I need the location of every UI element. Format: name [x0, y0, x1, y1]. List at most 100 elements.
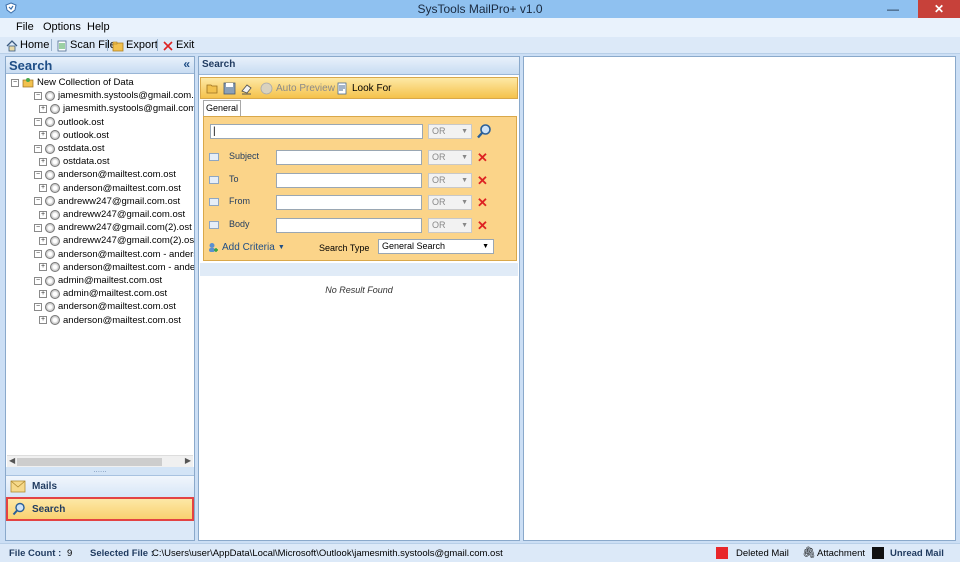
tab-general[interactable]: General [203, 100, 241, 116]
body-operator-select[interactable]: OR ▼ [428, 218, 472, 233]
body-input[interactable] [276, 218, 422, 233]
tree-item[interactable]: + jamesmith.systools@gmail.com.ost [39, 102, 194, 115]
to-input[interactable] [276, 173, 422, 188]
tree-item[interactable]: − anderson@mailtest.com - anderson. [34, 248, 194, 261]
body-label: Body [229, 219, 250, 229]
selected-file-path: C:\Users\user\AppData\Local\Microsoft\Ou… [152, 548, 503, 559]
collapse-icon[interactable]: − [34, 302, 42, 311]
ost-file-icon [45, 143, 55, 154]
tree-item[interactable]: + admin@mailtest.com.ost [39, 287, 167, 300]
keyword-input[interactable]: | [210, 124, 423, 139]
keyword-operator-select[interactable]: OR ▼ [428, 124, 472, 139]
minimize-button[interactable]: — [883, 0, 903, 18]
ost-file-icon [50, 156, 60, 167]
collapse-icon[interactable]: − [34, 144, 42, 153]
envelope-icon [209, 176, 219, 184]
add-criteria-label: Add Criteria [222, 241, 275, 253]
scroll-left-icon[interactable]: ◀ [9, 456, 15, 465]
export-label: Export [126, 39, 158, 51]
from-input[interactable] [276, 195, 422, 210]
expand-icon[interactable]: + [39, 184, 47, 193]
ost-file-icon [50, 209, 60, 220]
expand-icon[interactable]: + [39, 157, 47, 166]
nav-search-button[interactable]: Search [6, 497, 194, 521]
menu-options[interactable]: Options [43, 21, 81, 33]
run-search-icon[interactable] [476, 123, 492, 139]
chevron-down-icon: ▼ [277, 243, 285, 251]
tree-item-label: jamesmith.systools@gmail.com.ost [58, 90, 194, 102]
subject-input[interactable] [276, 150, 422, 165]
remove-to-icon[interactable]: ✕ [477, 174, 488, 187]
expand-icon[interactable]: + [39, 104, 47, 113]
tree-item[interactable]: − jamesmith.systools@gmail.com.ost [34, 89, 194, 102]
ost-file-icon [45, 196, 55, 207]
menu-help[interactable]: Help [87, 21, 110, 33]
tree-item[interactable]: + andreww247@gmail.com(2).ost [39, 234, 194, 247]
panel-splitter[interactable]: ...... [6, 466, 194, 475]
nav-mails-button[interactable]: Mails [6, 475, 194, 497]
nav-search-label: Search [32, 504, 66, 515]
close-button[interactable]: ✕ [918, 0, 960, 18]
operator-value: OR [432, 126, 446, 136]
tree-item-label: andreww247@gmail.com(2).ost [63, 235, 194, 247]
subject-operator-select[interactable]: OR ▼ [428, 150, 472, 165]
expand-icon[interactable]: + [39, 316, 47, 325]
chevron-down-icon: ▼ [461, 177, 468, 184]
collapse-icon[interactable]: − [11, 78, 19, 87]
tree-item[interactable]: + ostdata.ost [39, 155, 109, 168]
tree-item[interactable]: − New Collection of Data [11, 76, 134, 89]
auto-preview-button[interactable]: Auto Preview [260, 81, 335, 96]
expand-icon[interactable]: + [39, 236, 47, 245]
tree-item-label: anderson@mailtest.com - anderson. [58, 248, 194, 260]
tree-item[interactable]: − anderson@mailtest.com.ost [34, 168, 176, 181]
scroll-right-icon[interactable]: ▶ [185, 456, 191, 465]
open-button[interactable] [206, 81, 219, 96]
expand-icon[interactable]: + [39, 210, 47, 219]
ost-file-icon [45, 222, 55, 233]
tree-item[interactable]: + andreww247@gmail.com.ost [39, 208, 185, 221]
to-operator-select[interactable]: OR ▼ [428, 173, 472, 188]
collapse-icon[interactable]: − [34, 170, 42, 179]
remove-body-icon[interactable]: ✕ [477, 219, 488, 232]
menu-file[interactable]: File [16, 21, 34, 33]
tree-item[interactable]: + anderson@mailtest.com.ost [39, 314, 181, 327]
save-button[interactable] [223, 81, 236, 96]
title-bar: SysTools MailPro+ v1.0 — ✕ [0, 0, 960, 18]
tree-item[interactable]: − admin@mailtest.com.ost [34, 274, 162, 287]
tree-item[interactable]: + anderson@mailtest.com - anders [39, 261, 194, 274]
export-button[interactable]: Export [112, 38, 158, 53]
main-toolbar: Home Scan File Export Exit [0, 37, 960, 54]
clear-button[interactable] [240, 81, 253, 96]
file-count-label: File Count : [9, 548, 62, 559]
from-operator-select[interactable]: OR ▼ [428, 195, 472, 210]
collapse-icon[interactable]: − [34, 197, 42, 206]
scrollbar-thumb[interactable] [17, 458, 162, 466]
collapse-panel-button[interactable]: « [183, 57, 190, 71]
remove-from-icon[interactable]: ✕ [477, 196, 488, 209]
collapse-icon[interactable]: − [34, 91, 42, 100]
tree-item[interactable]: + outlook.ost [39, 129, 109, 142]
expand-icon[interactable]: + [39, 289, 47, 298]
tree-item[interactable]: − ostdata.ost [34, 142, 104, 155]
remove-subject-icon[interactable]: ✕ [477, 151, 488, 164]
collapse-icon[interactable]: − [34, 118, 42, 127]
look-for-button[interactable]: Look For [336, 81, 391, 96]
exit-button[interactable]: Exit [162, 38, 194, 53]
tree-item[interactable]: − andreww247@gmail.com.ost [34, 195, 180, 208]
add-criteria-button[interactable]: Add Criteria ▼ [208, 240, 285, 254]
collapse-icon[interactable]: − [34, 250, 42, 259]
unread-mail-label: Unread Mail [890, 548, 944, 559]
tree-item[interactable]: − anderson@mailtest.com.ost [34, 300, 176, 313]
tree-item[interactable]: − andreww247@gmail.com(2).ost [34, 221, 192, 234]
expand-icon[interactable]: + [39, 131, 47, 140]
home-button[interactable]: Home [6, 38, 49, 53]
ost-file-icon [50, 315, 60, 326]
ost-file-icon [45, 275, 55, 286]
collapse-icon[interactable]: − [34, 276, 42, 285]
search-type-select[interactable]: General Search ▼ [378, 239, 494, 254]
tree-item[interactable]: − outlook.ost [34, 116, 104, 129]
tree-item[interactable]: + anderson@mailtest.com.ost [39, 182, 181, 195]
search-criteria-box: | OR ▼ Subject OR ▼ ✕ To OR ▼ ✕ From OR ▼ ✕ … [203, 116, 517, 261]
expand-icon[interactable]: + [39, 263, 47, 272]
collapse-icon[interactable]: − [34, 223, 42, 232]
